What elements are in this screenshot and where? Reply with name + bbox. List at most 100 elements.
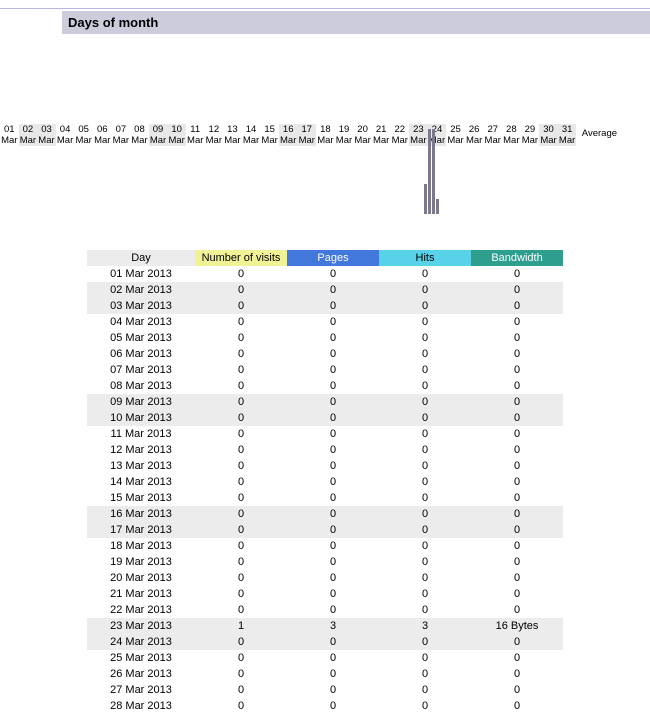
axis-tick: 27Mar [483,124,502,146]
axis-tick: 22Mar [390,124,409,146]
cell-pages: 0 [287,314,379,330]
table-row: 09 Mar 20130000 [87,394,563,410]
cell-pages: 0 [287,570,379,586]
cell-hits: 0 [379,522,471,538]
cell-bandwidth: 0 [471,666,563,682]
table-row: 04 Mar 20130000 [87,314,563,330]
chart-bar [428,129,431,214]
axis-tick: 31Mar [558,124,577,146]
cell-bandwidth: 0 [471,410,563,426]
cell-hits: 0 [379,330,471,346]
axis-tick: 20Mar [353,124,372,146]
cell-bandwidth: 16 Bytes [471,618,563,634]
cell-hits: 0 [379,474,471,490]
cell-hits: 0 [379,570,471,586]
table-row: 12 Mar 20130000 [87,442,563,458]
cell-pages: 0 [287,586,379,602]
cell-hits: 0 [379,442,471,458]
cell-day: 06 Mar 2013 [87,346,195,362]
axis-tick: 21Mar [372,124,391,146]
axis-tick: 28Mar [502,124,521,146]
cell-pages: 0 [287,682,379,698]
cell-visits: 0 [195,682,287,698]
cell-pages: 0 [287,282,379,298]
cell-visits: 0 [195,394,287,410]
cell-hits: 0 [379,538,471,554]
table-row: 28 Mar 20130000 [87,698,563,714]
axis-tick: 18Mar [316,124,335,146]
cell-day: 20 Mar 2013 [87,570,195,586]
cell-visits: 0 [195,538,287,554]
axis-tick: 10Mar [167,124,186,146]
axis-average-label: Average [576,124,622,146]
cell-pages: 0 [287,378,379,394]
cell-day: 17 Mar 2013 [87,522,195,538]
cell-visits: 0 [195,442,287,458]
cell-bandwidth: 0 [471,378,563,394]
axis-tick: 26Mar [465,124,484,146]
cell-bandwidth: 0 [471,650,563,666]
cell-bandwidth: 0 [471,330,563,346]
cell-day: 18 Mar 2013 [87,538,195,554]
cell-hits: 0 [379,282,471,298]
cell-day: 15 Mar 2013 [87,490,195,506]
cell-visits: 0 [195,346,287,362]
cell-day: 26 Mar 2013 [87,666,195,682]
col-day: Day [87,250,195,266]
axis-tick: 05Mar [74,124,93,146]
cell-hits: 0 [379,506,471,522]
axis-tick: 11Mar [186,124,205,146]
cell-hits: 0 [379,682,471,698]
cell-day: 21 Mar 2013 [87,586,195,602]
cell-visits: 0 [195,602,287,618]
cell-day: 28 Mar 2013 [87,698,195,714]
cell-day: 16 Mar 2013 [87,506,195,522]
axis-tick: 30Mar [539,124,558,146]
cell-day: 27 Mar 2013 [87,682,195,698]
table-row: 25 Mar 20130000 [87,650,563,666]
cell-visits: 0 [195,522,287,538]
axis-tick: 16Mar [279,124,298,146]
cell-visits: 0 [195,266,287,282]
axis-tick: 03Mar [37,124,56,146]
cell-day: 10 Mar 2013 [87,410,195,426]
cell-bandwidth: 0 [471,538,563,554]
axis-tick: 07Mar [112,124,131,146]
table-row: 24 Mar 20130000 [87,634,563,650]
table-row: 17 Mar 20130000 [87,522,563,538]
cell-visits: 0 [195,506,287,522]
cell-bandwidth: 0 [471,314,563,330]
cell-visits: 0 [195,650,287,666]
axis-tick: 09Mar [149,124,168,146]
cell-visits: 0 [195,666,287,682]
cell-bandwidth: 0 [471,298,563,314]
cell-hits: 0 [379,346,471,362]
cell-hits: 0 [379,602,471,618]
cell-pages: 0 [287,490,379,506]
divider [0,8,650,9]
cell-hits: 0 [379,698,471,714]
cell-pages: 0 [287,362,379,378]
cell-hits: 0 [379,314,471,330]
table-row: 23 Mar 201313316 Bytes [87,618,563,634]
cell-bandwidth: 0 [471,426,563,442]
cell-day: 07 Mar 2013 [87,362,195,378]
cell-day: 24 Mar 2013 [87,634,195,650]
table-row: 03 Mar 20130000 [87,298,563,314]
cell-hits: 0 [379,410,471,426]
cell-pages: 0 [287,506,379,522]
cell-day: 25 Mar 2013 [87,650,195,666]
cell-bandwidth: 0 [471,458,563,474]
table-header-row: Day Number of visits Pages Hits Bandwidt… [87,250,563,266]
cell-pages: 0 [287,410,379,426]
cell-bandwidth: 0 [471,698,563,714]
cell-pages: 3 [287,618,379,634]
cell-pages: 0 [287,266,379,282]
cell-day: 09 Mar 2013 [87,394,195,410]
cell-pages: 0 [287,698,379,714]
table-row: 27 Mar 20130000 [87,682,563,698]
cell-hits: 0 [379,554,471,570]
cell-pages: 0 [287,666,379,682]
table-row: 11 Mar 20130000 [87,426,563,442]
cell-day: 22 Mar 2013 [87,602,195,618]
